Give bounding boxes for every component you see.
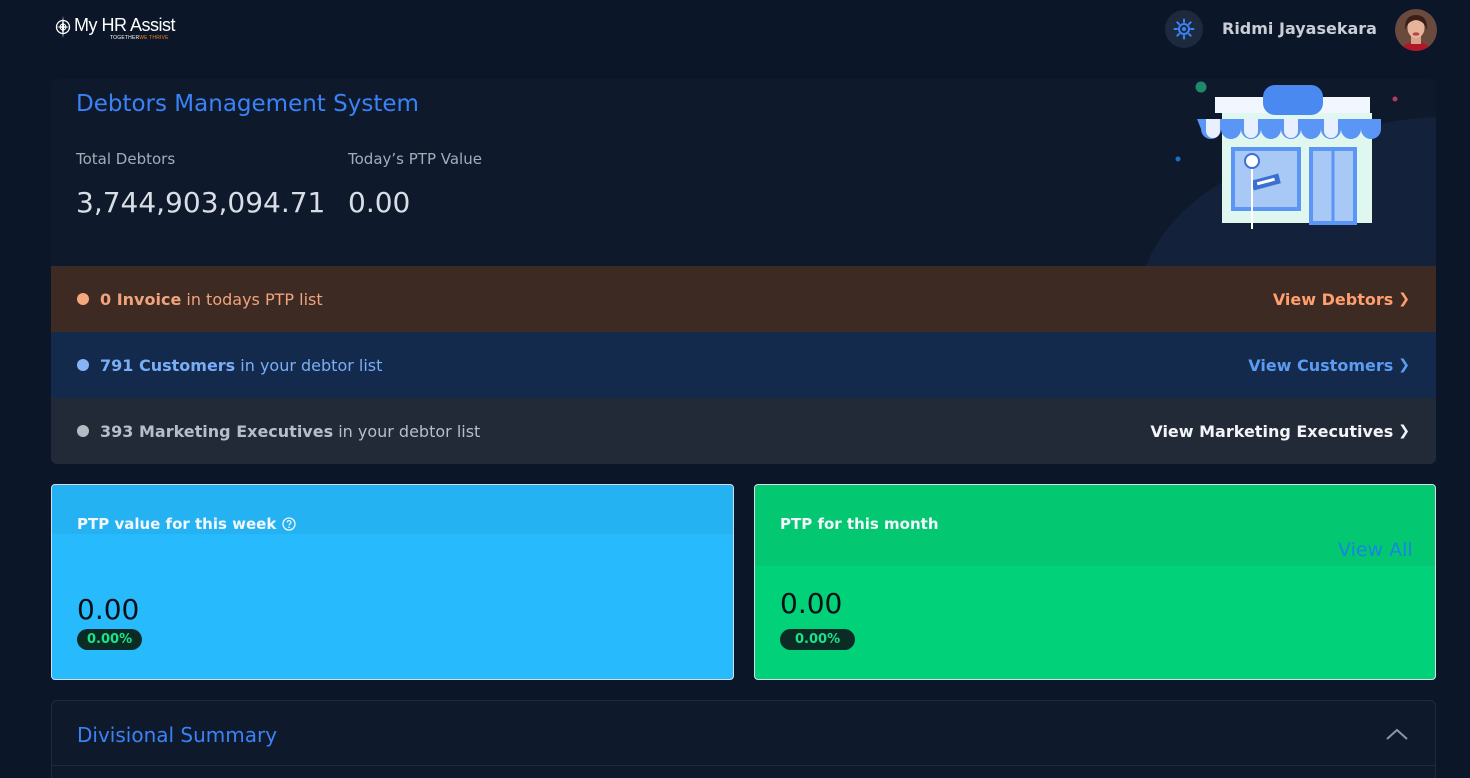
customers-count: 791 Customers: [100, 355, 236, 375]
ptp-week-card: PTP value for this week 0.00 0.00%: [51, 484, 734, 680]
stat-label: Today’s PTP Value: [348, 150, 482, 168]
executives-row: 393 Marketing Executives in your debtor …: [51, 398, 1436, 464]
divider: [52, 765, 1435, 766]
ptp-week-title-wrap: PTP value for this week: [77, 515, 296, 533]
view-debtors-link[interactable]: View Debtors ❯: [1273, 290, 1410, 309]
invoice-count: 0 Invoice: [100, 289, 182, 309]
status-dot: [77, 293, 89, 305]
theme-toggle-button[interactable]: [1165, 10, 1203, 48]
view-marketing-executives-link[interactable]: View Marketing Executives ❯: [1150, 422, 1410, 441]
user-name[interactable]: Ridmi Jayasekara: [1222, 19, 1377, 38]
invoice-row: 0 Invoice in todays PTP list View Debtor…: [51, 266, 1436, 332]
compass-logo-icon: [55, 16, 71, 38]
chevron-right-icon: ❯: [1398, 357, 1410, 373]
storefront-illustration: [1146, 81, 1436, 266]
invoice-row-suffix: in todays PTP list: [181, 289, 323, 309]
logo-tagline-part-1: TOGETHER: [110, 35, 140, 41]
logo-tagline-part-2: WE THRIVE: [139, 35, 169, 41]
app-logo[interactable]: My HR Assist TOGETHERWE THRIVE: [54, 14, 176, 42]
ptp-month-change-badge: 0.00%: [780, 629, 856, 650]
executives-row-suffix: in your debtor list: [333, 421, 481, 441]
status-dot: [77, 425, 89, 437]
ptp-week-change-badge: 0.00%: [77, 629, 143, 650]
invoice-row-text: 0 Invoice in todays PTP list: [100, 290, 323, 309]
user-avatar[interactable]: [1395, 9, 1437, 51]
ptp-month-value: 0.00: [780, 587, 843, 620]
help-circle-icon[interactable]: [282, 517, 296, 531]
view-debtors-label: View Debtors: [1272, 289, 1394, 309]
chevron-right-icon: ❯: [1398, 291, 1410, 307]
ptp-month-card: PTP for this month View All 0.00 0.00%: [754, 484, 1436, 680]
stat-value: 0.00: [348, 186, 411, 219]
logo-title: My HR Assist: [74, 15, 176, 35]
stat-value: 3,744,903,094.71: [76, 186, 326, 219]
view-marketing-executives-label: View Marketing Executives: [1150, 421, 1394, 441]
status-dot: [77, 359, 89, 371]
customers-row-text: 791 Customers in your debtor list: [100, 356, 382, 375]
total-debtors-stat: Total Debtors 3,744,903,094.71: [76, 150, 325, 219]
ptp-week-title: PTP value for this week: [77, 515, 277, 533]
customers-row-suffix: in your debtor list: [235, 355, 383, 375]
sun-icon: [1173, 18, 1195, 40]
chevron-right-icon: ❯: [1398, 423, 1410, 439]
top-bar: My HR Assist TOGETHERWE THRIVE Ridmi Jay…: [0, 0, 1470, 60]
view-customers-label: View Customers: [1248, 355, 1394, 375]
page-title: Debtors Management System: [76, 91, 419, 117]
debtors-summary-card: Debtors Management System Total Debtors …: [51, 79, 1436, 266]
divisional-summary-panel: Divisional Summary: [51, 700, 1436, 778]
view-all-link[interactable]: View All: [1338, 539, 1413, 561]
stat-label: Total Debtors: [76, 150, 176, 168]
ptp-week-value: 0.00: [77, 593, 140, 626]
ptp-month-title: PTP for this month: [780, 515, 939, 533]
avatar-image: [1395, 9, 1437, 51]
customers-row: 791 Customers in your debtor list View C…: [51, 332, 1436, 398]
todays-ptp-stat: Today’s PTP Value 0.00: [348, 150, 482, 219]
executives-row-text: 393 Marketing Executives in your debtor …: [100, 422, 480, 441]
executives-count: 393 Marketing Executives: [100, 421, 334, 441]
divisional-summary-title: Divisional Summary: [77, 723, 278, 747]
chevron-up-icon[interactable]: [1385, 725, 1409, 743]
logo-tagline: TOGETHERWE THRIVE: [110, 35, 175, 41]
view-customers-link[interactable]: View Customers ❯: [1248, 356, 1410, 375]
